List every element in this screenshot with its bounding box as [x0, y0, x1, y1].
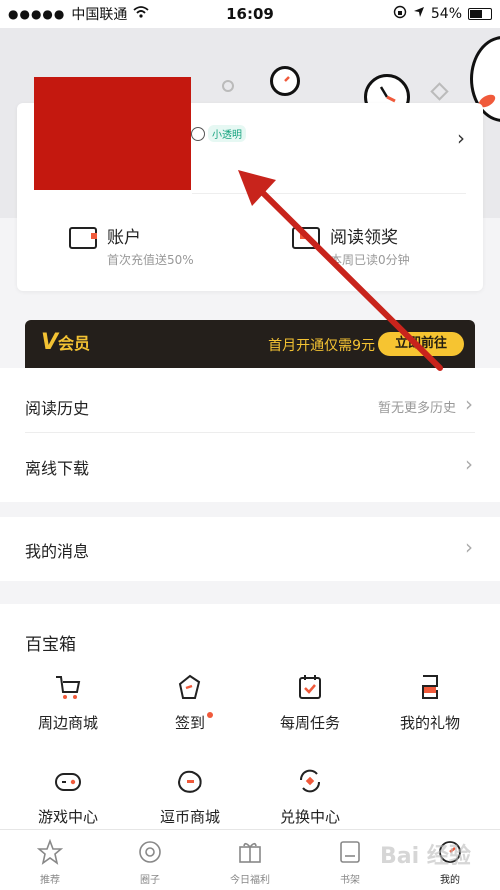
vip-logo: V会员	[41, 330, 91, 355]
wallet-icon	[69, 227, 97, 249]
chevron-right-icon[interactable]: ›	[457, 126, 465, 150]
tab-label: 圈子	[140, 875, 160, 886]
profile-card[interactable]: 小透明 › 账户 首次充值送50% 阅读领奖 本周已读0分钟	[17, 77, 483, 291]
my-messages-row[interactable]: 我的消息 ›	[0, 519, 500, 579]
tool-exchange-center[interactable]: 兑换中心	[250, 766, 370, 827]
reading-history-row[interactable]: 阅读历史 暂无更多历史 ›	[0, 376, 500, 436]
divider	[25, 432, 475, 433]
gift-icon	[415, 672, 445, 702]
tool-peripheral-shop[interactable]: 周边商城	[8, 672, 128, 733]
status-bar: ●●●●● 中国联通 16:09 54%	[0, 0, 500, 28]
account-subtitle: 首次充值送50%	[107, 253, 194, 267]
reading-history-label: 阅读历史	[25, 399, 90, 418]
tab-label: 书架	[340, 875, 360, 886]
tool-label: 签到	[174, 714, 205, 732]
offline-download-label: 离线下载	[25, 459, 90, 478]
rotation-lock-icon	[393, 5, 407, 23]
level-badge: 小透明	[191, 125, 246, 142]
gift-box-icon	[292, 227, 320, 249]
tab-recommend[interactable]: 推荐	[0, 830, 100, 890]
watermark: Bai 经验	[380, 844, 471, 869]
tab-label: 我的	[440, 875, 460, 886]
tool-coin-shop[interactable]: 逗币商城	[130, 766, 250, 827]
level-badge-text: 小透明	[208, 125, 246, 142]
tool-weekly-tasks[interactable]: 每周任务	[250, 672, 370, 733]
smile-icon	[191, 126, 205, 141]
reading-reward-entry[interactable]: 阅读领奖 本周已读0分钟	[292, 223, 410, 268]
tool-game-center[interactable]: 游戏中心	[8, 766, 128, 827]
tool-label: 周边商城	[37, 714, 98, 732]
tool-label: 游戏中心	[37, 808, 98, 826]
toolbox-title: 百宝箱	[25, 635, 76, 655]
tool-checkin[interactable]: 签到	[130, 672, 250, 733]
vip-go-button[interactable]: 立即前往	[378, 332, 464, 356]
reading-reward-title: 阅读领奖	[330, 228, 398, 248]
cart-icon	[53, 672, 83, 702]
vip-promo-text: 首月开通仅需9元	[268, 338, 375, 354]
chevron-right-icon: ›	[465, 535, 473, 559]
tab-label: 推荐	[40, 875, 60, 886]
tool-label: 兑换中心	[279, 808, 340, 826]
circle-icon	[137, 839, 163, 865]
checkin-icon	[175, 672, 205, 702]
tab-label: 今日福利	[230, 875, 270, 886]
tool-label: 每周任务	[279, 714, 340, 732]
battery-icon	[468, 8, 492, 20]
tool-label: 逗币商城	[159, 808, 220, 826]
redacted-avatar[interactable]	[34, 77, 191, 190]
task-icon	[295, 672, 325, 702]
gamepad-icon	[53, 766, 83, 796]
chevron-right-icon: ›	[465, 392, 473, 416]
location-icon	[413, 6, 425, 22]
tool-label: 我的礼物	[399, 714, 460, 732]
coin-shop-icon	[175, 766, 205, 796]
star-icon	[36, 838, 64, 865]
tab-circle[interactable]: 圈子	[100, 830, 200, 890]
decor-diamond	[430, 82, 449, 101]
my-messages-label: 我的消息	[25, 542, 90, 561]
vip-banner[interactable]: V会员 首月开通仅需9元 立即前往	[25, 320, 475, 368]
notification-dot	[207, 712, 213, 718]
account-title: 账户	[107, 228, 141, 248]
battery-percent: 54%	[430, 6, 462, 22]
tool-my-gifts[interactable]: 我的礼物	[370, 672, 490, 733]
clock-decor-icon	[270, 66, 300, 96]
exchange-icon	[295, 766, 325, 796]
decor-dot	[222, 80, 234, 92]
reading-history-hint: 暂无更多历史	[377, 401, 456, 416]
reading-section: 阅读历史 暂无更多历史 › 离线下载 ›	[0, 368, 500, 502]
divider	[192, 193, 466, 194]
offline-download-row[interactable]: 离线下载 ›	[0, 436, 500, 496]
messages-section: 我的消息 ›	[0, 517, 500, 581]
account-entry[interactable]: 账户 首次充值送50%	[69, 223, 194, 268]
gift-box-icon	[237, 839, 263, 865]
reading-reward-subtitle: 本周已读0分钟	[330, 253, 410, 267]
chevron-right-icon: ›	[465, 452, 473, 476]
tab-daily-benefits[interactable]: 今日福利	[200, 830, 300, 890]
bookshelf-icon	[337, 839, 363, 865]
